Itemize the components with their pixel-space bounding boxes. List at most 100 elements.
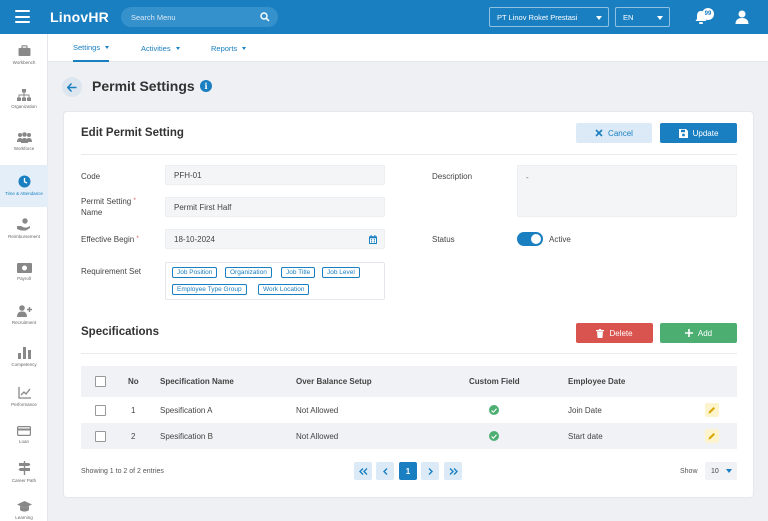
page-size-value: 10 (711, 467, 719, 475)
pencil-icon (708, 407, 715, 414)
sidebar-item-loan[interactable]: Loan (0, 414, 48, 456)
add-button-label: Add (697, 328, 713, 338)
form-title: Edit Permit Setting (81, 127, 184, 139)
add-button[interactable]: Add (660, 323, 737, 343)
sidebar-item-label: Loan (18, 438, 29, 444)
app-logo[interactable]: LinovHR (50, 9, 109, 25)
sidebar-item-label: Learning (15, 515, 33, 521)
sidebar-item-time-attendance[interactable]: Time & Attendance (0, 165, 48, 207)
subnav-reports-label: Reports (211, 43, 238, 53)
previous-page-button[interactable] (376, 462, 394, 480)
search-icon[interactable] (260, 12, 270, 22)
trash-icon (596, 328, 605, 338)
user-icon[interactable] (734, 9, 750, 25)
row-checkbox[interactable] (95, 405, 106, 416)
people-icon (16, 132, 32, 144)
subnav-settings[interactable]: Settings (73, 34, 110, 62)
table-row: 1 Spesification A Not Allowed Join Date (81, 397, 737, 423)
sidebar-item-competency[interactable]: Competency (0, 336, 48, 378)
hand-coin-icon (17, 218, 30, 231)
sidebar-item-workbench[interactable]: Workbench (0, 34, 48, 76)
code-label: Code (81, 172, 101, 181)
tag-employee-type-group[interactable]: Employee Type Group (172, 284, 247, 295)
description-label: Description (432, 172, 473, 181)
sidebar-item-label: Organization (11, 103, 37, 109)
row-employee-date: Start date (568, 431, 603, 441)
edit-button[interactable] (705, 429, 719, 443)
top-bar: LinovHR PT Linov Roket Prestasi EN 99 (0, 0, 768, 34)
requirement-set-label: Requirement Set (81, 267, 142, 276)
tag-job-title[interactable]: Job Title (281, 267, 316, 278)
tag-organization[interactable]: Organization (225, 267, 272, 278)
edit-button[interactable] (705, 403, 719, 417)
plus-icon (684, 329, 693, 337)
signpost-icon (18, 460, 30, 475)
sidebar-item-label: Workbench (12, 59, 36, 65)
select-all-checkbox[interactable] (95, 376, 106, 387)
sidebar-item-label: Payroll (17, 275, 31, 281)
row-checkbox[interactable] (95, 431, 106, 442)
sidebar-item-reimbursement[interactable]: Reimbursement (0, 208, 48, 250)
row-no: 2 (131, 431, 136, 441)
update-button[interactable]: Update (660, 123, 737, 143)
requirement-set-box[interactable]: Job Position Organization Job Title Job … (165, 262, 385, 300)
subnav-reports[interactable]: Reports (211, 34, 247, 62)
cancel-button[interactable]: Cancel (576, 123, 652, 143)
page-size-select[interactable]: 10 (705, 462, 737, 480)
sidebar-item-workforce[interactable]: Workforce (0, 121, 48, 163)
required-mark: * (136, 236, 139, 242)
row-specification-name: Spesification B (160, 431, 213, 441)
language-select-value: EN (623, 12, 634, 22)
column-specification-name: Specification Name (160, 377, 234, 386)
search-input[interactable] (131, 12, 251, 22)
effective-begin-label-text: Effective Begin (81, 235, 135, 244)
permit-setting-name-value: Permit First Half (174, 202, 232, 212)
row-over-balance: Not Allowed (296, 405, 339, 415)
save-icon (678, 128, 688, 138)
menu-icon[interactable] (15, 10, 30, 23)
info-icon[interactable]: i (200, 80, 212, 92)
line-chart-icon (17, 386, 31, 399)
pencil-icon (708, 433, 715, 440)
search-box[interactable] (121, 7, 278, 27)
effective-begin-date-input[interactable]: 18-10-2024 (165, 229, 385, 249)
calendar-icon[interactable] (369, 235, 377, 244)
double-chevron-left-icon (358, 467, 367, 475)
show-label: Show (680, 468, 698, 475)
tag-job-level[interactable]: Job Level (322, 267, 360, 278)
status-toggle[interactable] (517, 232, 543, 246)
first-page-button[interactable] (354, 462, 372, 480)
sidebar-item-learning[interactable]: Learning (0, 490, 48, 521)
sub-navigation: Settings Activities Reports (48, 34, 768, 62)
last-page-button[interactable] (444, 462, 462, 480)
column-no: No (128, 377, 139, 386)
subnav-activities-label: Activities (141, 43, 171, 53)
back-button[interactable] (62, 77, 82, 97)
entries-info: Showing 1 to 2 of 2 entries (81, 468, 164, 475)
description-textarea[interactable]: - (517, 165, 737, 217)
money-icon (16, 262, 32, 273)
code-value: PFH-01 (174, 170, 202, 180)
sidebar-item-label: Time & Attendance (5, 191, 43, 197)
sidebar-item-career-path[interactable]: Career Path (0, 451, 48, 493)
code-input[interactable]: PFH-01 (165, 165, 385, 185)
chevron-down-icon (175, 46, 180, 50)
sidebar-item-performance[interactable]: Performance (0, 376, 48, 418)
permit-setting-name-input[interactable]: Permit First Half (165, 197, 385, 217)
delete-button[interactable]: Delete (576, 323, 653, 343)
required-mark: * (133, 198, 136, 204)
language-select[interactable]: EN (615, 7, 670, 27)
sidebar-item-recruitment[interactable]: Recruitment (0, 294, 48, 336)
check-circle-icon (489, 431, 499, 441)
company-select[interactable]: PT Linov Roket Prestasi (489, 7, 609, 27)
next-page-button[interactable] (421, 462, 439, 480)
tag-work-location[interactable]: Work Location (258, 284, 310, 295)
subnav-activities[interactable]: Activities (141, 34, 180, 62)
sidebar-item-organization[interactable]: Organization (0, 78, 48, 120)
divider (81, 353, 737, 354)
tag-job-position[interactable]: Job Position (172, 267, 218, 278)
sidebar-item-payroll[interactable]: Payroll (0, 251, 48, 293)
chevron-down-icon (242, 46, 247, 50)
edit-permit-card: Edit Permit Setting Cancel Update Code P… (63, 111, 754, 498)
page-button-current[interactable]: 1 (399, 462, 417, 480)
